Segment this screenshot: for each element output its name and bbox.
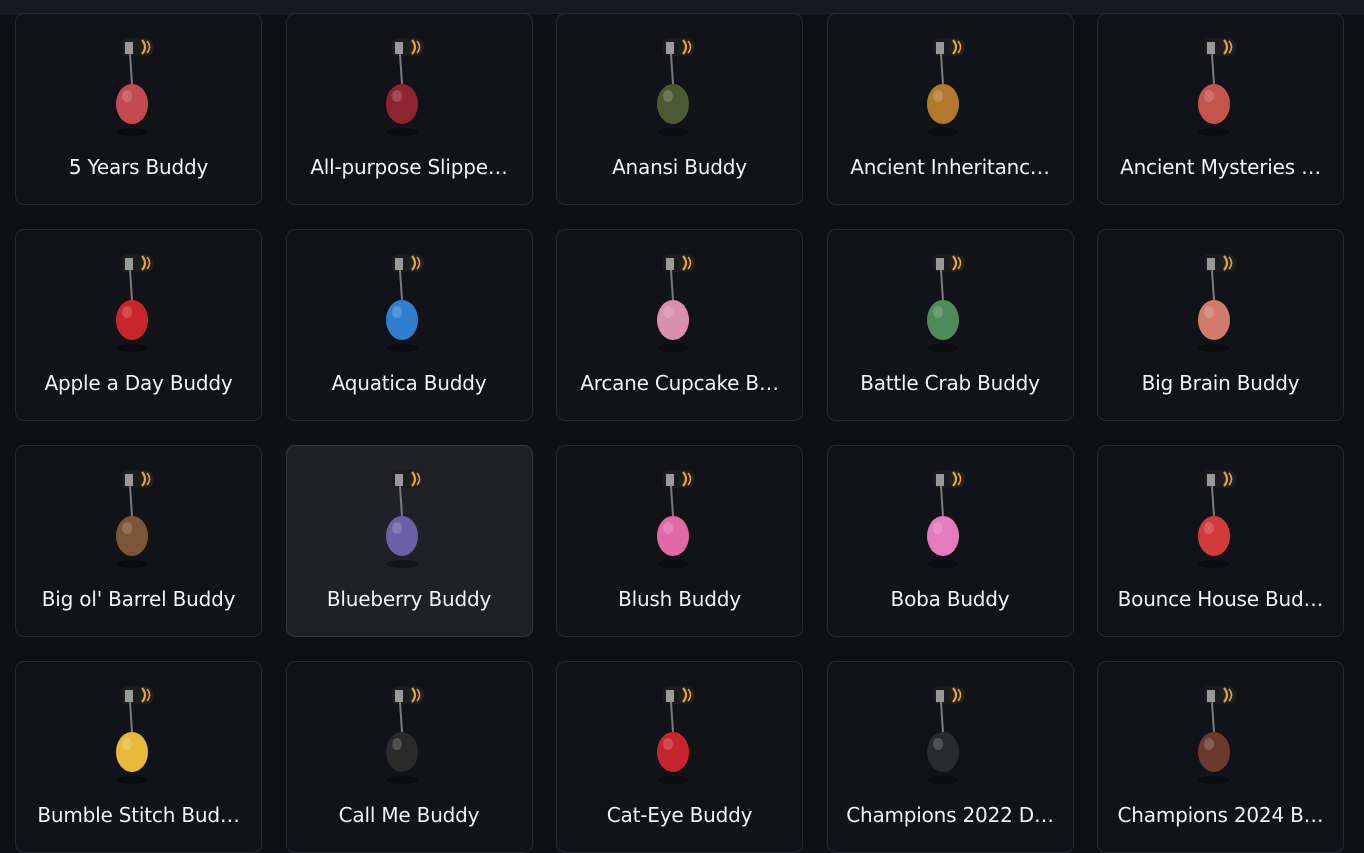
buddy-card[interactable]: Champions 2024 B… — [1097, 661, 1344, 853]
buddy-card[interactable]: Bumble Stitch Bud… — [15, 661, 262, 853]
buddy-name: Bumble Stitch Bud… — [37, 803, 240, 827]
blueberry-kettlebell-charm-icon — [374, 468, 444, 578]
cake-slice-charm-icon — [104, 36, 174, 146]
buddy-name: All-purpose Slippe… — [310, 155, 508, 179]
buddy-name: Ancient Mysteries … — [1120, 155, 1321, 179]
apple-charm-icon — [104, 252, 174, 362]
bee-charm-icon — [104, 684, 174, 794]
phone-card-charm-icon — [374, 684, 444, 794]
buddy-card[interactable]: Aquatica Buddy — [285, 229, 533, 421]
buddy-name: Cat-Eye Buddy — [606, 803, 753, 827]
buddy-card[interactable]: Anansi Buddy — [556, 13, 803, 205]
buddy-name: Apple a Day Buddy — [44, 371, 233, 395]
buddy-card[interactable]: 5 Years Buddy — [15, 13, 262, 205]
manta-ray-charm-icon — [374, 252, 444, 362]
cat-eye-glasses-charm-icon — [645, 684, 715, 794]
buddy-name: Arcane Cupcake B… — [580, 371, 779, 395]
buddy-name: 5 Years Buddy — [68, 155, 209, 179]
barrel-charm-icon — [104, 468, 174, 578]
champions-cap-charm-icon — [915, 684, 985, 794]
buddy-card[interactable]: Ancient Mysteries … — [1097, 13, 1344, 205]
octopus-charm-icon — [1186, 36, 1256, 146]
buddy-card[interactable]: Blush Buddy — [556, 445, 803, 637]
buddy-name: Big ol' Barrel Buddy — [41, 587, 236, 611]
buddy-card[interactable]: Call Me Buddy — [285, 661, 533, 853]
buddy-name: Anansi Buddy — [612, 155, 747, 179]
buddy-name: Aquatica Buddy — [331, 371, 487, 395]
boba-tea-charm-icon — [915, 468, 985, 578]
buddy-name: Blueberry Buddy — [326, 587, 492, 611]
buddy-card[interactable]: Ancient Inheritanc… — [826, 13, 1074, 205]
buddy-name: Champions 2022 D… — [846, 803, 1054, 827]
buddy-name: Boba Buddy — [890, 587, 1010, 611]
golden-mask-charm-icon — [915, 36, 985, 146]
buddy-card[interactable]: Arcane Cupcake B… — [556, 229, 803, 421]
buddy-card[interactable]: All-purpose Slippe… — [285, 13, 533, 205]
buddy-card[interactable]: Boba Buddy — [826, 445, 1074, 637]
buddy-name: Big Brain Buddy — [1141, 371, 1300, 395]
buddy-card[interactable]: Big ol' Barrel Buddy — [15, 445, 262, 637]
top-bar — [0, 0, 1364, 14]
buddy-card[interactable]: Apple a Day Buddy — [15, 229, 262, 421]
champions-tassel-charm-icon — [1186, 684, 1256, 794]
buddy-card[interactable]: Big Brain Buddy — [1097, 229, 1344, 421]
blush-diamond-charm-icon — [645, 468, 715, 578]
buddy-card[interactable]: Blueberry Buddy — [285, 445, 533, 637]
slipper-charm-icon — [374, 36, 444, 146]
buddy-name: Battle Crab Buddy — [860, 371, 1040, 395]
buddy-name: Call Me Buddy — [338, 803, 480, 827]
buddy-name: Blush Buddy — [618, 587, 741, 611]
buddy-card[interactable]: Bounce House Bud… — [1097, 445, 1344, 637]
brain-charm-icon — [1186, 252, 1256, 362]
bounce-house-charm-icon — [1186, 468, 1256, 578]
buddy-name: Ancient Inheritanc… — [850, 155, 1050, 179]
spider-charm-icon — [645, 36, 715, 146]
crab-charm-icon — [915, 252, 985, 362]
buddy-card[interactable]: Battle Crab Buddy — [826, 229, 1074, 421]
buddy-card[interactable]: Champions 2022 D… — [826, 661, 1074, 853]
buddy-name: Champions 2024 B… — [1117, 803, 1324, 827]
buddy-card[interactable]: Cat-Eye Buddy — [556, 661, 803, 853]
cupcake-charm-icon — [645, 252, 715, 362]
buddy-name: Bounce House Bud… — [1117, 587, 1324, 611]
